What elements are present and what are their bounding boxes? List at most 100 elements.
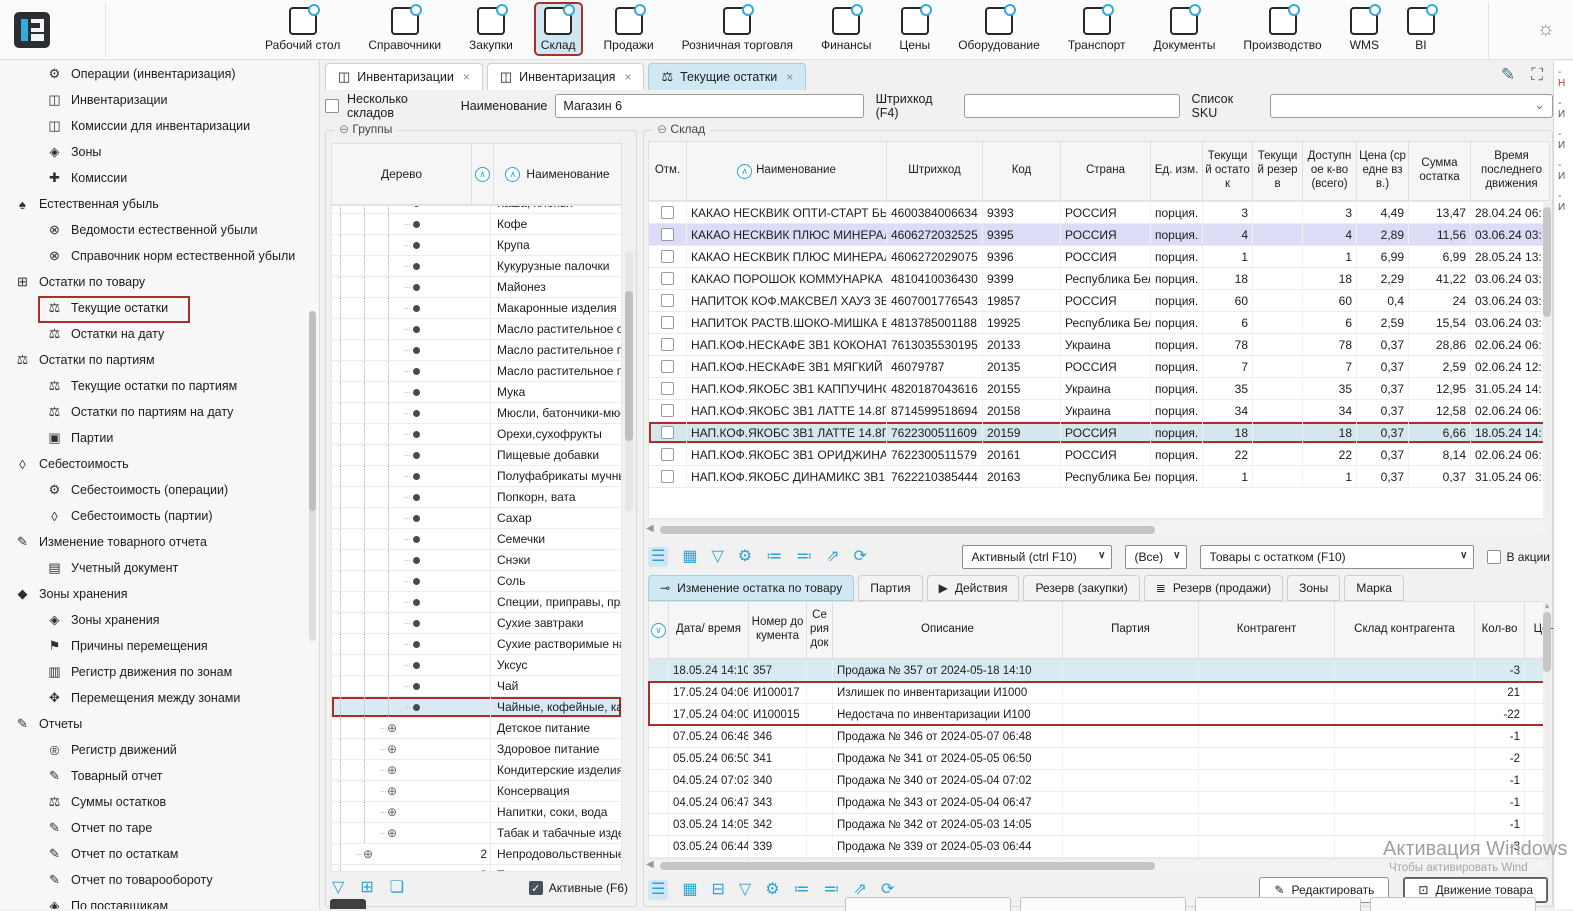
group-row[interactable]: ···⊕Напитки, соки, вода [332,802,621,823]
sidebar-item[interactable]: ✚Комиссии [0,165,319,191]
stock-hscrollbar[interactable]: ◀ [648,525,1546,535]
column-header[interactable]: Партия [1063,602,1199,658]
row-checkbox[interactable] [661,426,674,439]
movement-row[interactable]: 03.05.24 14:05342Продажа № 342 от 2024-0… [649,814,1549,836]
group-row[interactable]: ···Масло растительное подс [332,340,621,361]
sidebar-item[interactable]: ◆Зоны хранения [0,581,319,607]
module-item[interactable]: Рабочий стол [260,4,345,54]
module-item[interactable]: Производство [1238,4,1326,54]
group-row[interactable]: ···Крупа [332,235,621,256]
column-header[interactable]: Дата/ время [669,602,749,658]
row-checkbox[interactable] [661,316,674,329]
column-header[interactable]: Текущий остаток [1203,142,1253,200]
detail-tab[interactable]: Зоны [1287,575,1340,601]
settings-gear-icon[interactable]: ⚙ [738,547,752,567]
stock-row[interactable]: НАП.КОФ.ЯКОБС 3В1 ЛАТТЕ 14.8Г УК76223005… [649,422,1549,444]
group-row[interactable]: ···Сухие растворимые напит [332,634,621,655]
sidebar-item[interactable]: ⚙Операции (инвентаризация) [0,61,319,87]
sidebar-item[interactable]: ®Регистр движений [0,737,319,763]
column-header[interactable]: Время последнего движения [1471,142,1553,200]
row-select-cell[interactable] [649,466,687,487]
group-row[interactable]: ···Кукурузные палочки [332,256,621,277]
detail-tab[interactable]: ⊸Изменение остатка по товару [648,575,854,601]
export-icon[interactable]: ⇗ [826,547,839,567]
row-checkbox[interactable] [661,272,674,285]
stock-row[interactable]: НАП.КОФ.ЯКОБС 3В1 ЛАТТЕ 14.8Г JA87145995… [649,400,1549,422]
module-item[interactable]: Цены [894,4,935,54]
sidebar-item[interactable]: ◊Себестоимость [0,451,319,477]
numbered-list-icon[interactable]: ≔ [766,547,782,567]
group-row[interactable]: ···Специи, приправы, пряно [332,592,621,613]
tab-item[interactable]: ◫Инвентаризации× [325,63,483,90]
stock-row[interactable]: КАКАО ПОРОШОК КОММУНАРКА К48104100364309… [649,268,1549,290]
active-checkbox[interactable]: ✓ [529,881,543,895]
group-row[interactable]: ···⊕Табак и табачные изделия [332,823,621,844]
numbered-list-icon[interactable]: ≔ [794,880,810,900]
module-item[interactable]: Закупки [464,4,518,54]
sidebar-item[interactable]: ✎Отчеты [0,711,319,737]
refresh-icon[interactable]: ⟳ [854,547,867,567]
row-checkbox[interactable] [661,448,674,461]
group-row[interactable]: ···⊕2Непродовольственные то [332,844,621,865]
tree-expand-icon[interactable]: ⊕ [387,784,397,798]
module-item[interactable]: Документы [1149,4,1221,54]
column-header[interactable]: ∧Наименование [687,142,887,200]
add-group-icon[interactable]: ⊞ [360,878,373,898]
group-row[interactable]: ···Мюсли, батончики-мюсли [332,403,621,424]
group-row[interactable]: ···⊕Кондитерские изделия [332,760,621,781]
sidebar-item[interactable]: ✎Отчет по таре [0,815,319,841]
detail-tab[interactable]: Резерв (закупки) [1023,575,1139,601]
sidebar-item[interactable]: ⊞Остатки по товару [0,269,319,295]
column-header[interactable]: Штрихкод [887,142,983,200]
row-checkbox[interactable] [661,470,674,483]
sidebar-scrollbar[interactable] [309,311,316,641]
stock-row[interactable]: НАП.КОФ.ЯКОБС 3В1 ОРИДЖИНАЛ7622300511579… [649,444,1549,466]
group-row[interactable]: ···Семечки [332,529,621,550]
column-header[interactable]: Номер документа [749,602,807,658]
sidebar-item[interactable]: ▤Учетный документ [0,555,319,581]
row-checkbox[interactable] [661,404,674,417]
sidebar-item[interactable]: ⚑Причины перемещения [0,633,319,659]
sidebar-item[interactable]: ♠Естественная убыль [0,191,319,217]
row-select-cell[interactable] [649,422,687,443]
column-header[interactable]: Описание [833,602,1063,658]
tree-expand-icon[interactable]: ⊕ [363,847,373,861]
settings-gear-icon[interactable]: ⚙ [765,880,779,900]
movements-vscrollbar[interactable] [1543,601,1551,857]
edit-pencil-icon[interactable]: ✎ [1501,65,1515,85]
collapse-icon[interactable]: ⊖ [339,122,349,136]
stock-row[interactable]: НАП.КОФ.НЕСКАФЕ 3В1 КОКОНАТ М76130355301… [649,334,1549,356]
column-header[interactable]: Отм. [649,142,687,200]
row-select-cell[interactable] [649,334,687,355]
group-row[interactable]: ···Снэки [332,550,621,571]
row-checkbox[interactable] [661,382,674,395]
sidebar-item[interactable]: ◫Инвентаризации [0,87,319,113]
movement-row[interactable]: 17.05.24 04:00И100015Недостача по инвент… [649,704,1549,726]
detail-tab[interactable]: ▶Действия [927,575,1020,601]
sidebar-item[interactable]: ◈Зоны хранения [0,607,319,633]
warehouse-name-input[interactable]: Магазин 6 [555,94,863,118]
detail-tab[interactable]: Партия [858,575,922,601]
sidebar-item[interactable]: ◫Комиссии для инвентаризации [0,113,319,139]
column-header[interactable]: Кол-во [1475,602,1525,658]
column-header[interactable]: Текущий резерв [1253,142,1303,200]
sidebar-item[interactable]: ⚖Текущие остатки по партиям [0,373,319,399]
fullscreen-icon[interactable]: ⛶ [1531,65,1543,85]
module-item[interactable]: Розничная торговля [677,4,798,54]
module-item[interactable]: Оборудование [953,4,1045,54]
grid-view-icon[interactable]: ▦ [682,880,697,900]
stock-row[interactable]: КАКАО НЕСКВИК ОПТИ-СТАРТ БЫС460038400663… [649,202,1549,224]
sidebar-item[interactable]: ✥Перемещения между зонами [0,685,319,711]
sidebar-item[interactable]: ⊗Ведомости естественной убыли [0,217,319,243]
collapse-icon[interactable]: ⊖ [657,122,667,136]
group-row[interactable]: ···Уксус [332,655,621,676]
stock-row[interactable]: НАП.КОФ.ЯКОБС 3В1 КАППУЧИНО4820187043616… [649,378,1549,400]
theme-sun-icon[interactable]: ☼ [1537,18,1555,41]
group-row[interactable]: ···Чайные, кофейные, какао [332,697,621,718]
sidebar-item[interactable]: ✎Изменение товарного отчета [0,529,319,555]
stock-vscrollbar[interactable] [1543,201,1551,517]
column-header[interactable]: Контрагент [1199,602,1335,658]
tab-close-icon[interactable]: × [463,70,470,84]
group-row[interactable]: ···Макаронные изделия [332,298,621,319]
filter-icon[interactable]: ▽ [739,880,751,900]
